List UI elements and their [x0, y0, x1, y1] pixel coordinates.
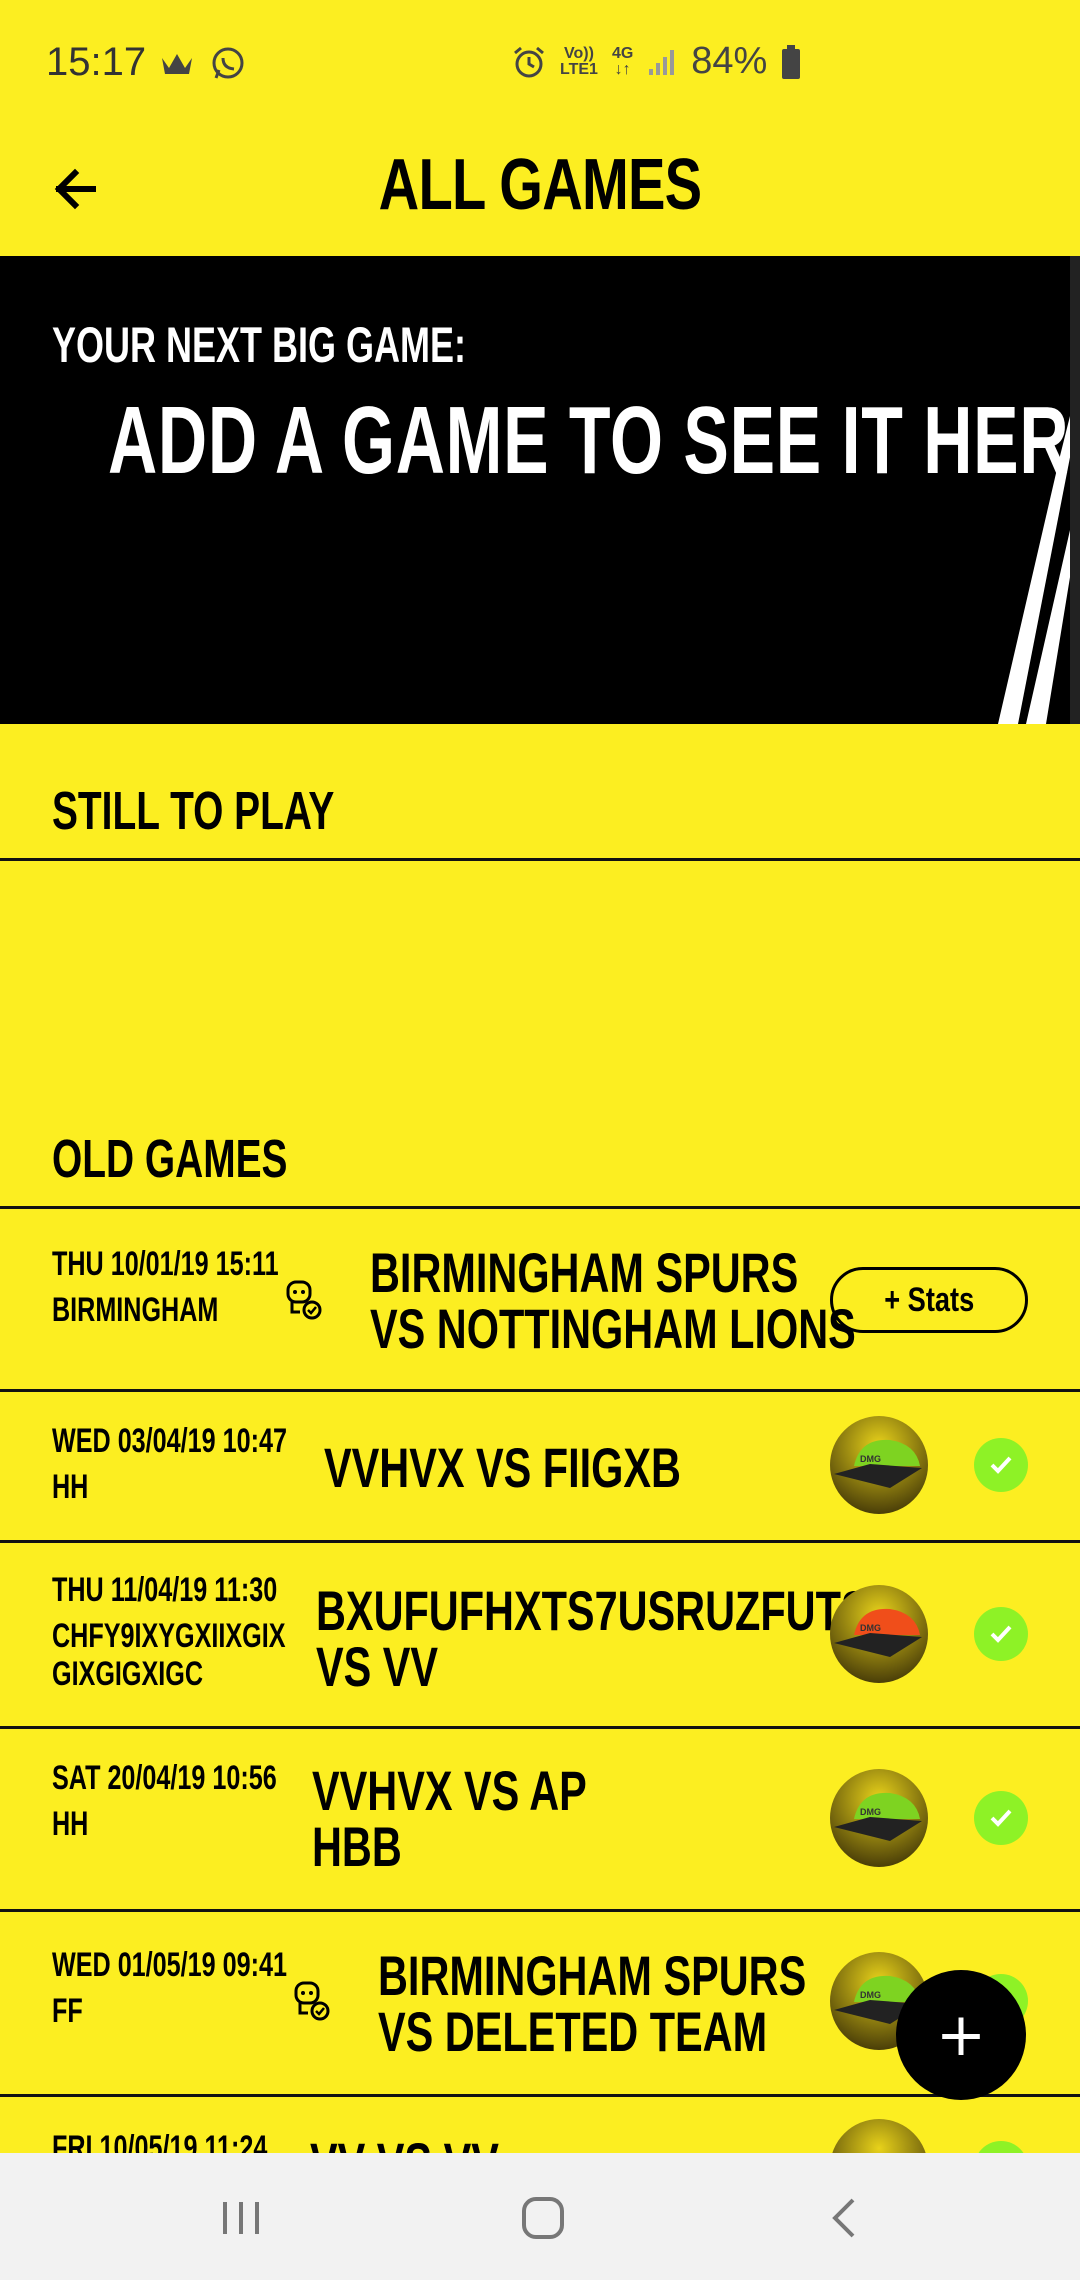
game-title: BXUFUFHXTS7USRUZFUTS VS VV [316, 1579, 869, 1698]
status-system-icons: Vo)) LTE1 4G ↓↑ 84% [512, 40, 801, 83]
page-title: ALL GAMES [378, 145, 702, 225]
game-date: WED 01/05/19 09:41 [52, 1946, 287, 1984]
team-verified-icon [286, 1280, 322, 1320]
data-arrows-icon: ↓↑ [614, 60, 631, 78]
section-divider [0, 858, 1080, 861]
game-meta: WED 03/04/19 10:47 HH [52, 1418, 287, 1510]
team-verified-icon [294, 1981, 330, 2021]
status-notification-icons [160, 46, 246, 82]
recent-apps-button[interactable] [206, 2183, 276, 2253]
game-date: FRI 10/05/19 11:24 [52, 2129, 268, 2153]
plus-icon: + [935, 2000, 987, 2070]
network-type-indicator: 4G ↓↑ [611, 44, 634, 78]
game-meta: SAT 20/04/19 10:56 HH [52, 1755, 277, 1847]
status-time: 15:17 [46, 40, 147, 84]
app-header: ALL GAMES [0, 130, 1080, 256]
game-meta: THU 11/04/19 11:30 CHFY9IXYGXIIXGIX GIXG… [52, 1567, 285, 1697]
game-meta: WED 01/05/19 09:41 FF [52, 1942, 287, 2034]
team-cap-avatar: DMG [830, 1416, 928, 1514]
svg-text:DMG: DMG [860, 1454, 881, 1464]
game-location: FF [52, 1992, 83, 2030]
next-game-message: ADD A GAME TO SEE IT HERE [108, 387, 1080, 494]
back-arrow-icon [54, 168, 96, 210]
next-game-label: YOUR NEXT BIG GAME: [52, 317, 467, 373]
home-button[interactable] [508, 2183, 578, 2253]
check-icon [974, 2141, 1028, 2153]
status-bar: 15:17 Vo)) LTE1 4G ↓↑ 84% [0, 0, 1080, 130]
system-back-icon [832, 2198, 855, 2238]
game-row[interactable]: SAT 20/04/19 10:56 HH VVHVX VS AP HBB DM… [0, 1729, 1080, 1909]
signal-icon [649, 49, 675, 75]
battery-icon [782, 44, 801, 79]
game-title: BIRMINGHAM SPURS VS NOTTINGHAM LIONS [370, 1241, 856, 1360]
check-icon [974, 1607, 1028, 1661]
game-title: VVHVX VS AP HBB [312, 1759, 587, 1878]
game-row[interactable]: THU 10/01/19 15:11 BIRMINGHAM BIRMINGHAM… [0, 1209, 1080, 1389]
crown-icon [162, 54, 192, 74]
game-location: HH [52, 1805, 89, 1843]
svg-text:DMG: DMG [860, 1990, 881, 2000]
game-date: SAT 20/04/19 10:56 [52, 1759, 277, 1797]
home-icon [522, 2197, 564, 2239]
old-games-heading: OLD GAMES [52, 1129, 288, 1189]
battery-percent: 84% [691, 40, 768, 82]
add-game-button[interactable]: + [896, 1970, 1026, 2100]
decorative-stripes [998, 256, 1080, 724]
still-to-play-heading: STILL TO PLAY [52, 781, 335, 841]
whatsapp-icon [212, 47, 244, 79]
volte-indicator: Vo)) LTE1 [560, 44, 598, 78]
system-back-button[interactable] [810, 2183, 880, 2253]
game-title: VV VS VV [310, 2135, 499, 2154]
team-cap-avatar: DMG [830, 1585, 928, 1683]
back-button[interactable] [40, 154, 110, 224]
game-row[interactable]: FRI 10/05/19 11:24 VV VS VV [0, 2097, 1080, 2153]
system-navigation-bar [0, 2153, 1080, 2280]
add-stats-label: + Stats [884, 1280, 974, 1319]
game-meta: FRI 10/05/19 11:24 [52, 2125, 267, 2153]
game-title: VVHVX VS FIIGXB [324, 1436, 681, 1499]
team-cap-avatar [830, 2119, 928, 2153]
team-cap-avatar: DMG [830, 1769, 928, 1867]
game-location: BIRMINGHAM [52, 1291, 219, 1329]
game-date: THU 10/01/19 15:11 [52, 1245, 279, 1283]
game-date: WED 03/04/19 10:47 [52, 1422, 287, 1460]
game-row[interactable]: THU 11/04/19 11:30 CHFY9IXYGXIIXGIX GIXG… [0, 1543, 1080, 1726]
game-meta: THU 10/01/19 15:11 BIRMINGHAM [52, 1241, 279, 1333]
game-row[interactable]: WED 03/04/19 10:47 HH VVHVX VS FIIGXB DM… [0, 1392, 1080, 1540]
next-game-banner: YOUR NEXT BIG GAME: ADD A GAME TO SEE IT… [0, 256, 1080, 724]
game-title: BIRMINGHAM SPURS VS DELETED TEAM [378, 1944, 807, 2063]
svg-text:DMG: DMG [860, 1623, 881, 1633]
check-icon [974, 1438, 1028, 1492]
recent-apps-icon [223, 2202, 259, 2234]
game-date: THU 11/04/19 11:30 [52, 1571, 278, 1609]
check-icon [974, 1791, 1028, 1845]
svg-text:DMG: DMG [860, 1807, 881, 1817]
add-stats-button[interactable]: + Stats [830, 1267, 1028, 1333]
alarm-icon [514, 46, 544, 77]
game-location: HH [52, 1468, 89, 1506]
